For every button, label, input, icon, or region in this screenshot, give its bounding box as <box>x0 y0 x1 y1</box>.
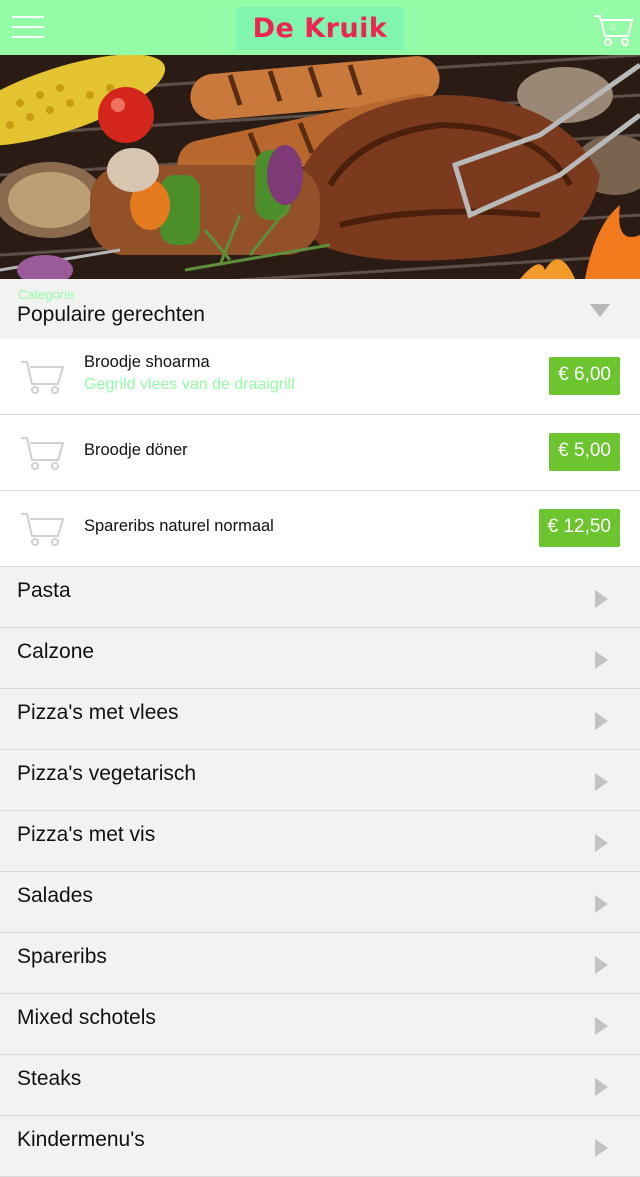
chevron-right-icon <box>595 1078 608 1096</box>
category-row-kindermenus[interactable]: Kindermenu's <box>0 1116 640 1177</box>
category-row-mixed-schotels[interactable]: Mixed schotels <box>0 994 640 1055</box>
caret-down-icon <box>590 304 610 317</box>
price-button[interactable]: € 12,50 <box>538 509 620 547</box>
category-row-label: Pasta <box>17 579 71 602</box>
shopping-cart-icon[interactable]: 0 <box>592 8 634 48</box>
chevron-right-icon <box>595 712 608 730</box>
menu-item[interactable]: Broodje döner € 5,00 <box>0 415 640 491</box>
cart-icon <box>21 513 65 546</box>
chevron-right-icon <box>595 651 608 669</box>
category-row-label: Pizza's met vlees <box>17 701 179 724</box>
category-row-label: Spareribs <box>17 945 107 968</box>
category-row-pizzas-vegetarisch[interactable]: Pizza's vegetarisch <box>0 750 640 811</box>
category-row-label: Steaks <box>17 1067 82 1090</box>
category-select[interactable]: Categorie Populaire gerechten <box>0 279 640 339</box>
category-list: Pasta Calzone Pizza's met vlees Pizza's … <box>0 567 640 1177</box>
category-row-steaks[interactable]: Steaks <box>0 1055 640 1116</box>
item-name: Broodje shoarma <box>84 353 210 371</box>
logo-text: De Kruik <box>252 13 388 44</box>
chevron-right-icon <box>595 1139 608 1157</box>
category-row-salades[interactable]: Salades <box>0 872 640 933</box>
item-name: Broodje döner <box>84 441 188 459</box>
chevron-right-icon <box>595 590 608 608</box>
top-bar: De Kruik 0 <box>0 0 640 55</box>
category-row-label: Mixed schotels <box>17 1006 156 1029</box>
category-row-spareribs[interactable]: Spareribs <box>0 933 640 994</box>
category-row-pasta[interactable]: Pasta <box>0 567 640 628</box>
item-description: Gegrild vlees van de draaigrill <box>84 376 295 393</box>
cart-icon <box>21 437 65 470</box>
category-row-pizzas-met-vlees[interactable]: Pizza's met vlees <box>0 689 640 750</box>
category-row-pizzas-met-vis[interactable]: Pizza's met vis <box>0 811 640 872</box>
category-row-calzone[interactable]: Calzone <box>0 628 640 689</box>
price-button[interactable]: € 5,00 <box>549 433 620 471</box>
category-row-label: Kindermenu's <box>17 1128 145 1151</box>
hero-grill-image <box>0 55 640 279</box>
chevron-right-icon <box>595 773 608 791</box>
chevron-right-icon <box>595 834 608 852</box>
popular-items-list: Broodje shoarma Gegrild vlees van de dra… <box>0 339 640 567</box>
category-row-label: Pizza's met vis <box>17 823 156 846</box>
category-row-label: Pizza's vegetarisch <box>17 762 197 785</box>
category-row-label: Salades <box>17 884 93 907</box>
hamburger-icon[interactable] <box>12 14 44 40</box>
menu-item[interactable]: Spareribs naturel normaal € 12,50 <box>0 491 640 567</box>
category-row-label: Calzone <box>17 640 95 663</box>
cart-icon <box>21 361 65 394</box>
chevron-right-icon <box>595 956 608 974</box>
price-button[interactable]: € 6,00 <box>549 357 620 395</box>
cart-count-badge: 0 <box>610 22 616 32</box>
logo: De Kruik <box>236 7 404 50</box>
menu-item[interactable]: Broodje shoarma Gegrild vlees van de dra… <box>0 339 640 415</box>
chevron-right-icon <box>595 1017 608 1035</box>
chevron-right-icon <box>595 895 608 913</box>
category-label: Categorie <box>18 287 75 302</box>
item-name: Spareribs naturel normaal <box>84 517 274 535</box>
category-value: Populaire gerechten <box>17 303 205 326</box>
